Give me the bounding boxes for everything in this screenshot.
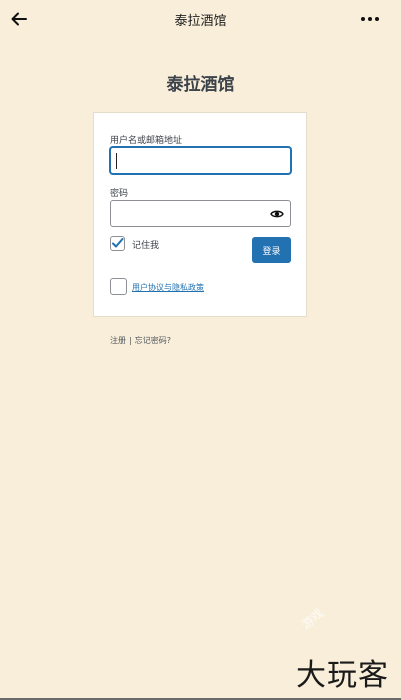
top-bar: 泰拉酒馆 [0, 0, 401, 38]
eye-icon [270, 210, 284, 218]
footer-separator: | [129, 336, 132, 345]
watermark: 大玩客 [296, 658, 389, 693]
password-label: 密码 [110, 189, 129, 199]
text-caret [116, 153, 117, 169]
password-input[interactable] [110, 200, 291, 227]
remember-me-label: 记住我 [132, 241, 160, 251]
policy-checkbox[interactable] [110, 278, 127, 295]
register-link[interactable]: 注册 [110, 336, 126, 345]
site-name: 泰拉酒馆 [166, 75, 235, 95]
forgot-password-link[interactable]: 忘记密码? [135, 336, 171, 345]
page-title: 泰拉酒馆 [174, 14, 227, 29]
checkmark-icon [112, 238, 124, 248]
more-options-button[interactable] [359, 12, 381, 26]
login-button[interactable]: 登录 [252, 237, 291, 263]
policy-link[interactable]: 用户协议与隐私政策 [132, 282, 204, 293]
show-password-button[interactable] [269, 207, 285, 221]
watermark-faint: 游戏 [298, 605, 327, 632]
more-horizontal-icon [361, 17, 379, 21]
login-form: 用户名或邮箱地址 密码 记住我 登录 用户协议与隐私政策 [93, 112, 307, 317]
remember-me-checkbox[interactable] [110, 236, 125, 251]
username-label: 用户名或邮箱地址 [110, 136, 183, 146]
username-input[interactable] [110, 147, 291, 174]
footer-links: 注册 | 忘记密码? [110, 335, 171, 346]
